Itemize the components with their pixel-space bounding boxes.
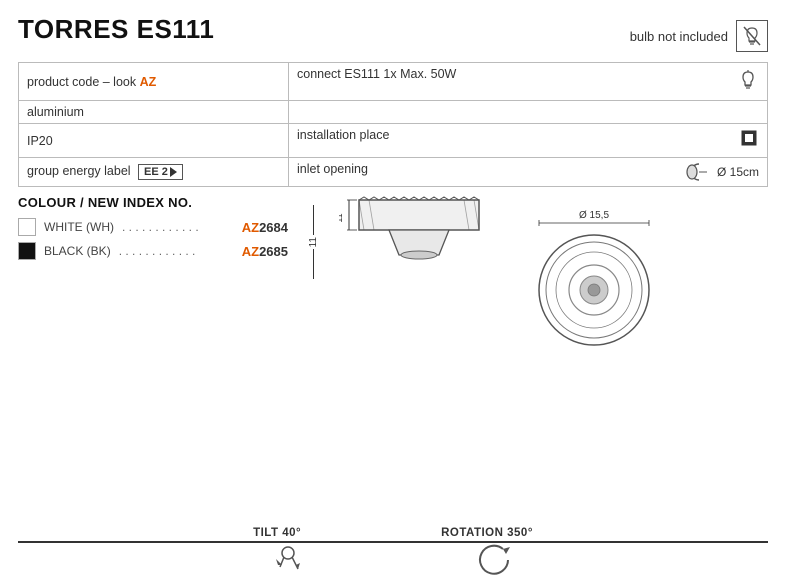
colour-name-white: WHITE (WH) bbox=[44, 220, 114, 234]
energy-badge: EE 2 bbox=[138, 164, 183, 180]
spec-energy: group energy label EE 2 bbox=[19, 158, 289, 187]
rotation-icon bbox=[468, 545, 518, 578]
colours-left: COLOUR / NEW INDEX NO. WHITE (WH) . . . … bbox=[18, 195, 298, 355]
energy-arrow-icon bbox=[170, 167, 177, 177]
colour-row-black: BLACK (BK) . . . . . . . . . . . . AZ268… bbox=[18, 242, 288, 260]
dimension-side: 11 bbox=[308, 195, 319, 279]
spec-material: aluminium bbox=[19, 101, 289, 124]
side-view-svg: 11 bbox=[339, 195, 499, 275]
colour-name-black: BLACK (BK) bbox=[44, 244, 111, 258]
colour-swatch-white bbox=[18, 218, 36, 236]
page-container: TORRES ES111 bulb not included product c… bbox=[0, 0, 786, 586]
dim-height: 11 bbox=[308, 205, 319, 279]
az-prefix-black: AZ bbox=[242, 244, 259, 259]
bottom-icons bbox=[18, 545, 768, 578]
spec-inlet-text: inlet opening bbox=[297, 162, 368, 176]
installation-icon bbox=[739, 128, 759, 153]
rotation-label: ROTATION 350° bbox=[441, 527, 533, 539]
side-view-drawing: 11 bbox=[339, 195, 499, 275]
svg-text:11: 11 bbox=[339, 213, 344, 222]
bulb-info: bulb not included bbox=[630, 20, 768, 52]
spec-ip: IP20 bbox=[19, 124, 289, 158]
spec-row-3: IP20 installation place bbox=[19, 124, 768, 158]
bottom-line bbox=[18, 541, 768, 543]
spec-product-code: product code – look AZ bbox=[19, 63, 289, 101]
spec-row-4: group energy label EE 2 inlet opening Ø … bbox=[19, 158, 768, 187]
spec-installation: installation place bbox=[289, 124, 768, 158]
bottom-section: TILT 40° ROTATION 350° bbox=[18, 527, 768, 578]
colour-row-white: WHITE (WH) . . . . . . . . . . . . AZ268… bbox=[18, 218, 288, 236]
tilt-label: TILT 40° bbox=[253, 527, 301, 539]
spec-row-2: aluminium bbox=[19, 101, 768, 124]
colour-dots-black: . . . . . . . . . . . . bbox=[119, 244, 234, 258]
inlet-diameter: Ø 15cm bbox=[717, 165, 759, 179]
az-prefix-white: AZ bbox=[242, 220, 259, 235]
spec-inlet: inlet opening Ø 15cm bbox=[289, 158, 768, 187]
spec-row-1: product code – look AZ connect ES111 1x … bbox=[19, 63, 768, 101]
colour-swatch-black bbox=[18, 242, 36, 260]
spec-material-right bbox=[289, 101, 768, 124]
product-title: TORRES ES111 bbox=[18, 14, 214, 45]
bulb-type-icon bbox=[737, 67, 759, 96]
specs-table: product code – look AZ connect ES111 1x … bbox=[18, 62, 768, 187]
colours-heading: COLOUR / NEW INDEX NO. bbox=[18, 195, 288, 210]
colour-code-white: AZ2684 bbox=[242, 220, 288, 235]
bottom-labels: TILT 40° ROTATION 350° bbox=[18, 527, 768, 539]
colour-code-black: AZ2685 bbox=[242, 244, 288, 259]
az-label: AZ bbox=[140, 75, 157, 89]
product-code-label: product code – look bbox=[27, 75, 136, 89]
inlet-icon bbox=[685, 162, 713, 182]
top-view-drawing: Ø 15,5 bbox=[519, 195, 669, 355]
tilt-icon bbox=[268, 545, 328, 578]
bulb-note-text: bulb not included bbox=[630, 29, 728, 44]
top-view-svg: Ø 15,5 bbox=[519, 195, 669, 355]
svg-text:Ø 15,5: Ø 15,5 bbox=[579, 210, 609, 221]
inlet-info: Ø 15cm bbox=[685, 162, 759, 182]
spec-connect: connect ES111 1x Max. 50W bbox=[289, 63, 768, 101]
header: TORRES ES111 bulb not included bbox=[18, 14, 768, 52]
colours-section: COLOUR / NEW INDEX NO. WHITE (WH) . . . … bbox=[18, 195, 768, 355]
colour-dots-white: . . . . . . . . . . . . bbox=[122, 220, 234, 234]
height-dim-label: 11 bbox=[308, 237, 319, 247]
technical-drawings: 11 bbox=[298, 195, 768, 355]
bulb-icon bbox=[736, 20, 768, 52]
